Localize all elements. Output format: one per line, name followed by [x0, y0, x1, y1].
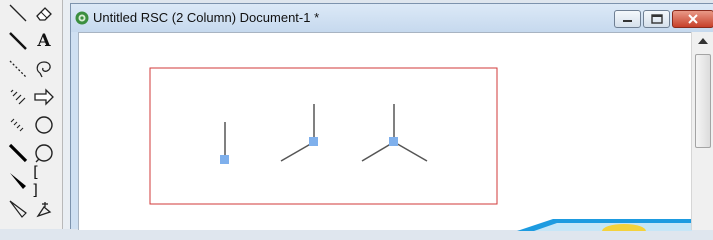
- bond-tool-icon[interactable]: [5, 28, 31, 54]
- palette-divider: [63, 0, 70, 229]
- close-icon: [688, 14, 698, 24]
- atom-map-tool-icon[interactable]: [31, 196, 57, 222]
- maximize-icon: [650, 14, 663, 24]
- bond-structure-2[interactable]: [280, 104, 318, 162]
- orbital-tool-icon[interactable]: [31, 112, 57, 138]
- minimize-button[interactable]: [614, 10, 641, 28]
- lasso-tool-icon[interactable]: [31, 56, 57, 82]
- maximize-button[interactable]: [643, 10, 670, 28]
- close-button[interactable]: [672, 10, 713, 28]
- bond-structure-3[interactable]: [361, 104, 428, 162]
- scroll-thumb[interactable]: [695, 54, 711, 148]
- bond-structure-1[interactable]: [220, 122, 229, 164]
- document-window: Untitled RSC (2 Column) Document-1 *: [70, 3, 713, 231]
- text-tool-icon[interactable]: A: [31, 28, 57, 54]
- app-logo-icon: [75, 11, 89, 25]
- arrow-tool-icon[interactable]: [31, 84, 57, 110]
- dashed-bond-tool-icon[interactable]: [5, 56, 31, 82]
- hashed-wedge-tool-icon[interactable]: [5, 84, 31, 110]
- bracket-tool-icon[interactable]: [ ]: [31, 163, 57, 199]
- vertical-scrollbar[interactable]: [691, 32, 713, 230]
- drawing-canvas[interactable]: [78, 32, 692, 231]
- node-highlight: [389, 137, 398, 146]
- node-highlight: [309, 137, 318, 146]
- hashed-bond-tool-icon[interactable]: [5, 112, 31, 138]
- overlay-arrow-shape: [517, 219, 692, 231]
- bold-bond-tool-icon[interactable]: [5, 140, 31, 166]
- node-highlight: [220, 155, 229, 164]
- line-tool-icon[interactable]: [5, 0, 31, 26]
- chevron-up-icon: [698, 38, 708, 44]
- window-title: Untitled RSC (2 Column) Document-1 *: [93, 10, 320, 25]
- selection-box: [149, 67, 498, 205]
- eraser-tool-icon[interactable]: [31, 0, 57, 26]
- minimize-icon: [623, 20, 632, 22]
- window-titlebar[interactable]: Untitled RSC (2 Column) Document-1 *: [71, 4, 713, 32]
- wedge-bond-tool-icon[interactable]: [5, 168, 31, 194]
- tool-palette: A [ ]: [0, 0, 63, 229]
- scroll-up-button[interactable]: [692, 32, 713, 50]
- wedge-hash-tool-icon[interactable]: [5, 196, 31, 222]
